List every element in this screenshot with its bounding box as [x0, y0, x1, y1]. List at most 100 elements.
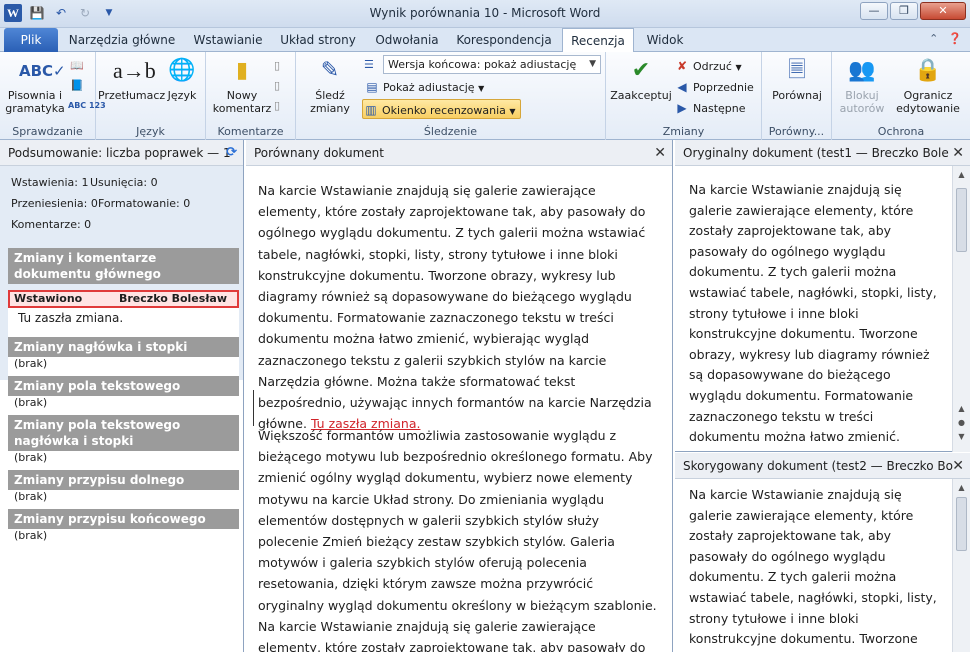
show-markup-button[interactable]: ▤ Pokaż adiustację ▼	[364, 77, 484, 97]
display-for-review-select[interactable]: Wersja końcowa: pokaż adiustację ▼	[383, 55, 601, 74]
tab-insert[interactable]: Wstawianie	[186, 28, 270, 52]
none-label: (brak)	[14, 451, 48, 464]
show-markup-icon: ▤	[366, 80, 378, 94]
document-paragraph-1[interactable]: Na karcie Wstawianie znajdują się galeri…	[258, 180, 661, 434]
group-label: Sprawdzanie	[12, 125, 83, 138]
moves-count: Przeniesienia: 0	[11, 197, 98, 210]
minimize-icon[interactable]: —	[860, 2, 888, 20]
thesaurus-icon[interactable]: 📘	[70, 76, 84, 96]
tab-page-layout[interactable]: Układ strony	[276, 28, 360, 52]
spelling-check-icon: ABC✓	[19, 62, 66, 80]
compare-icon: 🗏	[788, 58, 806, 83]
next-comment-icon[interactable]: ▯	[274, 96, 280, 116]
block-authors-icon: 👥	[848, 58, 876, 83]
restrict-editing-button[interactable]: 🔒 Ogranicz edytowanie	[892, 56, 964, 115]
collapse-ribbon-icon[interactable]: ⌃	[929, 32, 938, 45]
tab-references[interactable]: Odwołania	[366, 28, 448, 52]
tab-mailings[interactable]: Korespondencja	[452, 28, 556, 52]
close-icon[interactable]: ✕	[654, 140, 666, 165]
original-document-pane: Oryginalny dokument (test1 — Breczko Bol…	[675, 140, 970, 452]
close-icon[interactable]: ✕	[952, 140, 964, 165]
group-compare: 🗏 Porównaj Porówny...	[762, 52, 832, 140]
display-for-review-icon: ☰	[364, 58, 374, 71]
group-label: Komentarze	[217, 125, 284, 138]
previous-change-button[interactable]: ◀ Poprzednie	[674, 77, 753, 97]
compared-document-pane: Porównany dokument ✕ Na karcie Wstawiani…	[246, 140, 673, 652]
accept-button[interactable]: ✔ Zaakceptuj	[610, 56, 672, 102]
research-icon[interactable]: 📖	[70, 56, 84, 76]
reviewing-pane: Podsumowanie: liczba poprawek — 1 ⟳ Wsta…	[0, 140, 244, 652]
window-title: Wynik porównania 10 - Microsoft Word	[369, 6, 601, 20]
category-header-footer[interactable]: Zmiany nagłówka i stopki	[8, 337, 239, 357]
comment-icon: ▮	[235, 58, 249, 83]
category-textbox-header-footer[interactable]: Zmiany pola tekstowego nagłówka i stopki	[8, 415, 239, 451]
tab-review[interactable]: Recenzja	[562, 28, 634, 53]
next-icon: ▶	[677, 101, 687, 115]
tab-file[interactable]: Plik	[4, 28, 58, 52]
compared-document-header: Porównany dokument ✕	[246, 140, 672, 166]
word-window: W 💾 ↶ ↻ ▼ Wynik porównania 10 - Microsof…	[0, 0, 970, 652]
title-bar: W 💾 ↶ ↻ ▼ Wynik porównania 10 - Microsof…	[0, 0, 970, 28]
block-authors-button[interactable]: 👥 Blokuj autorów	[834, 56, 890, 115]
category-footnotes[interactable]: Zmiany przypisu dolnego	[8, 470, 239, 490]
none-label: (brak)	[14, 529, 48, 542]
deletions-count: Usunięcia: 0	[90, 176, 158, 189]
revised-document-pane: Skorygowany dokument (test2 — Breczko Bo…	[675, 453, 970, 652]
ribbon: ABC✓ Pisownia i gramatyka 📖 📘 ABC 123 Sp…	[0, 52, 970, 140]
group-label: Porówny...	[768, 125, 825, 138]
category-endnotes[interactable]: Zmiany przypisu końcowego	[8, 509, 239, 529]
delete-comment-icon[interactable]: ▯	[274, 56, 280, 76]
language-button[interactable]: 🌐 Język	[162, 56, 202, 102]
next-page-icon[interactable]: ▼	[953, 430, 970, 444]
reviewing-pane-icon: ▥	[365, 103, 377, 117]
close-icon[interactable]: ✕	[952, 453, 964, 478]
track-changes-icon: ✎	[320, 58, 340, 83]
previous-page-icon[interactable]: ▲	[953, 402, 970, 416]
change-item-insertion[interactable]: Wstawiono Breczko Bolesław	[8, 290, 239, 308]
close-icon[interactable]: ✕	[920, 2, 966, 20]
previous-icon: ◀	[677, 80, 687, 94]
group-protect: 👥 Blokuj autorów 🔒 Ogranicz edytowanie O…	[832, 52, 970, 140]
track-changes-button[interactable]: ✎ Śledź zmiany	[300, 56, 360, 115]
scroll-up-icon[interactable]: ▲	[953, 481, 970, 495]
browse-object-icon[interactable]: ●	[953, 416, 970, 430]
group-language: a→b Przetłumacz 🌐 Język Język	[96, 52, 206, 140]
scroll-thumb[interactable]	[956, 188, 967, 252]
group-label: Śledzenie	[423, 125, 478, 138]
change-text: Tu zaszła zmiana.	[18, 311, 124, 325]
next-change-button[interactable]: ▶ Następne	[674, 98, 745, 118]
scroll-thumb[interactable]	[956, 497, 967, 551]
refresh-icon[interactable]: ⟳	[226, 140, 237, 165]
translate-icon: a→b	[113, 58, 156, 83]
group-changes: ✔ Zaakceptuj ✘ Odrzuć ▼ ◀ Poprzednie ▶ Nast…	[606, 52, 762, 140]
tab-view[interactable]: Widok	[638, 28, 692, 52]
category-main-document[interactable]: Zmiany i komentarze dokumentu głównego	[8, 248, 239, 284]
tab-bar-right: ⌃ ❓	[929, 32, 962, 45]
translate-button[interactable]: a→b Przetłumacz	[98, 56, 165, 102]
vertical-scrollbar[interactable]: ▲	[952, 479, 970, 652]
accept-icon: ✔	[631, 58, 651, 83]
category-textbox[interactable]: Zmiany pola tekstowego	[8, 376, 239, 396]
original-document-text[interactable]: Na karcie Wstawianie znajdują się galeri…	[689, 180, 937, 450]
spelling-button[interactable]: ABC✓ Pisownia i gramatyka	[4, 56, 66, 115]
none-label: (brak)	[14, 396, 48, 409]
previous-comment-icon[interactable]: ▯	[274, 76, 280, 96]
compare-button[interactable]: 🗏 Porównaj	[766, 56, 828, 102]
reviewing-pane-header: Podsumowanie: liczba poprawek — 1 ⟳	[0, 140, 243, 166]
group-label: Język	[136, 125, 165, 138]
new-comment-button[interactable]: ▮ Nowy komentarz	[212, 56, 272, 115]
restore-icon[interactable]: ❐	[890, 2, 918, 20]
reviewing-pane-button[interactable]: ▥ Okienko recenzowania ▼	[362, 99, 521, 119]
none-label: (brak)	[14, 490, 48, 503]
comments-count: Komentarze: 0	[11, 218, 92, 231]
help-icon[interactable]: ❓	[948, 32, 962, 45]
document-paragraph-2[interactable]: Większość formantów umożliwia zastosowan…	[258, 425, 661, 652]
vertical-scrollbar[interactable]: ▲ ▲ ● ▼	[952, 166, 970, 452]
ribbon-tabs: Plik Narzędzia główne Wstawianie Układ s…	[0, 28, 970, 53]
revised-document-text[interactable]: Na karcie Wstawianie znajdują się galeri…	[689, 485, 937, 652]
insertions-count: Wstawienia: 1	[11, 176, 89, 189]
globe-icon: 🌐	[168, 58, 196, 83]
reject-button[interactable]: ✘ Odrzuć ▼	[674, 56, 742, 76]
tab-home[interactable]: Narzędzia główne	[64, 28, 180, 52]
scroll-up-icon[interactable]: ▲	[953, 168, 970, 182]
